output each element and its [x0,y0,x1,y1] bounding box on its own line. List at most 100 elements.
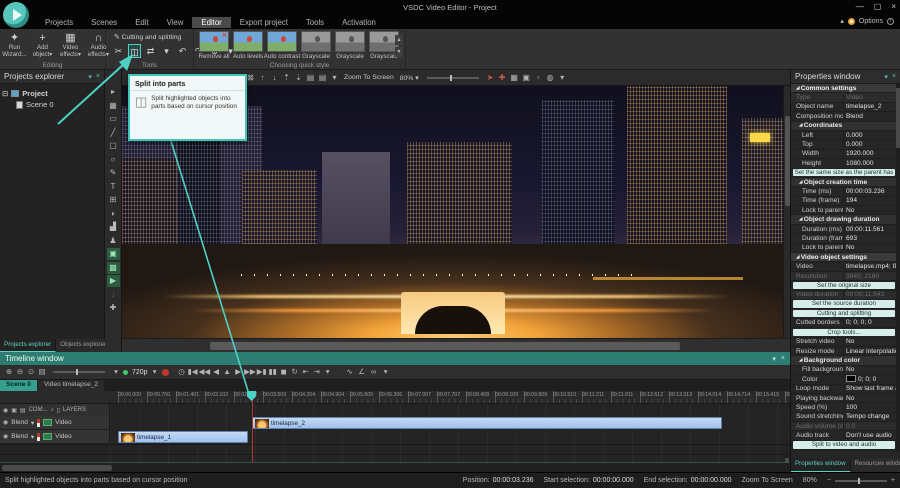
zoom-value-dropdown[interactable]: 80% ▾ [400,74,419,82]
collapse-ribbon-icon[interactable]: ▴ [840,17,844,25]
quick-style-item[interactable]: Auto levels [232,31,264,60]
tl-zoom-out-icon[interactable]: ⊖ [15,366,25,378]
status-zoom-slider[interactable] [835,480,887,482]
move-down-icon[interactable]: ↓ [269,72,280,84]
timeline-ruler[interactable]: 00:00.00000:00.70000:01.40100:02.10200:0… [0,391,790,404]
properties-scrollbar[interactable] [896,84,900,452]
preview-vertical-scrollbar[interactable] [783,86,790,338]
timeline-horizontal-scrollbar[interactable] [0,462,790,472]
link-tool-icon[interactable]: ∞ [369,366,379,378]
property-row[interactable]: Object drawing duration [791,215,897,224]
track-row-2[interactable]: ◉ Blend ▾ Video [0,430,110,444]
cursor-position-icon[interactable]: ▲ [222,366,232,378]
copy-icon[interactable]: ▤ [20,407,26,414]
property-row[interactable]: Split to video and audio [791,441,897,450]
tree-item-scene[interactable]: Scene 0 [2,99,102,110]
property-row[interactable]: Lock to parent d No [791,206,897,215]
trim-icon[interactable]: ⇄ [144,44,157,58]
tree-item-project[interactable]: ⊟ Project [2,88,102,99]
track-row-1[interactable]: ◉ Blend ▾ Video [0,416,110,430]
run-wizard-button[interactable]: ✦ Run Wizard... [2,32,27,59]
menu-item[interactable]: View [158,17,193,28]
step-back-icon[interactable]: ◀ [211,366,221,378]
properties-tab[interactable]: Resources window [851,458,900,472]
menu-item[interactable]: Edit [126,17,157,28]
options-gear-icon[interactable] [848,18,855,25]
property-row[interactable]: Top 0.000 [791,140,897,149]
move-up-icon[interactable]: ↑ [257,72,268,84]
property-row[interactable]: Time (frame) 194 [791,197,897,206]
marker-tool-icon[interactable]: ✚ [497,72,508,84]
stop-icon[interactable]: ◼ [279,366,289,378]
property-row[interactable]: Resolution 3840; 2160 [791,272,897,281]
clock-icon[interactable]: ◷ [177,366,187,378]
rectangle-tool-icon[interactable]: ▢ [107,140,120,152]
scene-settings-icon[interactable]: ◍ [545,72,556,84]
tools-caret-icon[interactable]: ▾ [381,366,391,378]
angle-tool-icon[interactable]: ∠ [357,366,367,378]
blend-mode-dropdown[interactable]: Blend [11,419,28,426]
info-icon[interactable]: i [887,18,894,25]
pin-icon[interactable]: ▾ [772,355,776,363]
record-button[interactable] [162,369,169,376]
quick-style-item[interactable]: Auto contrast [266,31,298,60]
property-row[interactable]: Fill background No [791,366,897,375]
pin-icon[interactable]: ▾ [884,73,888,81]
free-shape-tool-icon[interactable]: ✎ [107,167,120,179]
tooltip-tool-icon[interactable]: ◗ [107,208,120,220]
tl-zoom-fit-icon[interactable]: ⊙ [26,366,36,378]
property-row[interactable]: Coordinates [791,122,897,131]
clip-timelapse-2[interactable]: timelapse_2 [252,417,722,429]
spinner-down-icon[interactable]: ▾ [395,47,403,57]
property-row[interactable]: Common settings [791,84,897,93]
ellipse-tool-icon[interactable]: ○ [107,154,120,166]
property-row[interactable]: Composition mode Blend [791,112,897,121]
resolution-dropdown[interactable]: 720p [132,369,148,376]
selection-start-icon[interactable]: ⇤ [301,366,311,378]
menu-item[interactable]: Export project [231,17,297,28]
blend-caret-icon[interactable]: ▾ [31,419,34,427]
add-object-button[interactable]: + Add object▾ [30,32,55,59]
maximize-button[interactable]: ▢ [874,2,882,11]
property-row[interactable]: Color 0; 0; 0 [791,375,897,384]
property-row[interactable]: Lock to parent d No [791,244,897,253]
grid-icon[interactable]: ▦ [509,72,520,84]
close-button[interactable]: × [891,2,896,11]
cut-icon[interactable]: ✂ [112,44,125,58]
go-end-icon[interactable]: ▶▮ [257,366,267,378]
property-row[interactable]: Height 1080.000 [791,159,897,168]
spinner-up-icon[interactable]: ▴ [395,35,403,45]
property-row[interactable]: Resize mode Linear interpolation [791,347,897,356]
property-row[interactable]: Loop mode Show last frame at th [791,385,897,394]
property-row[interactable]: Type Video [791,93,897,102]
menu-item[interactable]: Tools [297,17,333,28]
split-into-parts-button[interactable]: ◫ [128,44,141,58]
go-start-icon[interactable]: ▮◀ [188,366,198,378]
scene-caret-icon[interactable]: ▾ [557,72,568,84]
paste-icon[interactable]: ▤ [305,72,316,84]
property-row[interactable]: Audio track Don't use audio [791,431,897,440]
status-zoom-plus[interactable]: + [891,477,895,484]
quick-style-item[interactable]: Grayscale [300,31,332,60]
rotate-ccw-icon[interactable]: ↶ [176,44,189,58]
timeline-tab[interactable]: Scene 0 [0,380,37,391]
zoom-caret-icon[interactable]: ▾ [111,366,121,378]
add-audio-button[interactable]: ♪ [107,289,120,301]
chart-tool-icon[interactable]: ▟ [107,221,120,233]
property-row[interactable]: Cutting and splitting [791,309,897,318]
tl-zoom-in-icon[interactable]: ⊕ [4,366,14,378]
properties-tab[interactable]: Properties window [791,458,851,472]
pin-icon[interactable]: ▾ [88,73,92,81]
menu-item[interactable]: Editor [192,17,230,28]
eye-icon[interactable]: ◉ [3,407,8,414]
property-row[interactable]: Object name timelapse_2 [791,103,897,112]
loop-icon[interactable]: ↻ [290,366,300,378]
property-row[interactable]: Left 0.000 [791,131,897,140]
paste-special-icon[interactable]: ▤ [317,72,328,84]
tree-expander-icon[interactable]: ⊟ [2,89,8,98]
paste-caret-icon[interactable]: ▾ [329,72,340,84]
screen-capture-icon[interactable]: ▭ [107,113,120,125]
property-row[interactable]: Width 1920.000 [791,150,897,159]
minimize-button[interactable]: — [856,2,864,11]
zoom-to-screen-label[interactable]: Zoom To Screen [344,74,394,81]
